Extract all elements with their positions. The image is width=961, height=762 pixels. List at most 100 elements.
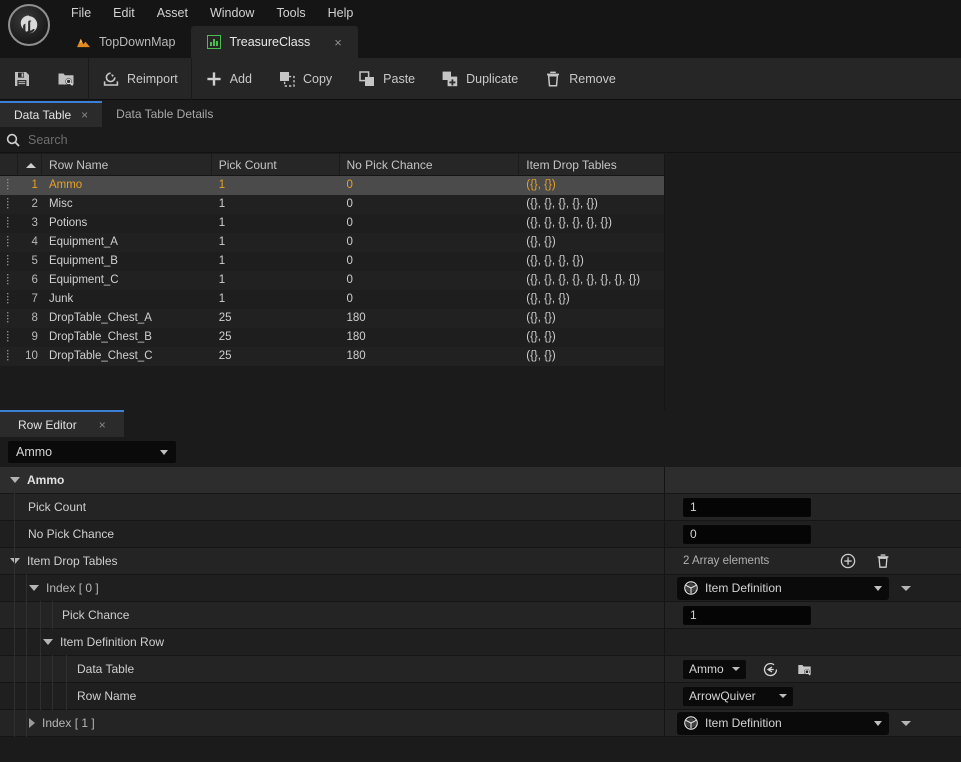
cell-item-drop-tables: ({}, {}) <box>526 312 556 324</box>
row-drag-handle[interactable] <box>0 252 18 271</box>
details-row-left: Item Definition Row <box>0 628 665 656</box>
drag-handle-icon <box>7 255 9 266</box>
grid-header-no-pick-chance[interactable]: No Pick Chance <box>340 154 520 175</box>
chevron-down-icon <box>731 667 740 671</box>
details-row-left: Index [ 0 ] <box>0 574 665 602</box>
drag-handle-icon <box>7 350 9 361</box>
browse-content-button[interactable] <box>44 58 88 100</box>
row-drag-handle[interactable] <box>0 328 18 347</box>
drag-handle-icon <box>7 236 9 247</box>
tab-row-editor[interactable]: Row Editor × <box>0 410 124 437</box>
row-selector-dropdown[interactable]: Ammo <box>8 441 176 463</box>
row-drag-handle[interactable] <box>0 290 18 309</box>
reimport-button[interactable]: Reimport <box>89 58 191 100</box>
row-name-dropdown[interactable]: ArrowQuiver <box>683 686 793 706</box>
row-drag-handle[interactable] <box>0 233 18 252</box>
asset-tab-topdownmap[interactable]: TopDownMap <box>60 26 192 58</box>
table-row[interactable]: 7 Junk 1 0 ({}, {}, {}) <box>0 290 664 309</box>
index-0-object-dropdown[interactable]: Item Definition <box>677 576 889 600</box>
pick-chance-input[interactable]: 1 <box>683 605 811 625</box>
table-row[interactable]: 1 Ammo 1 0 ({}, {}) <box>0 176 664 195</box>
index-1-extra-options-chevron-icon[interactable] <box>901 720 911 726</box>
duplicate-button[interactable]: Duplicate <box>428 58 531 100</box>
save-button[interactable] <box>0 58 44 100</box>
grid-header-sort[interactable] <box>18 154 42 175</box>
grid-body: 1 Ammo 1 0 ({}, {}) 2 Misc 1 0 ({}, {}, {}, {}, {… <box>0 176 664 366</box>
cell-no-pick-chance: 180 <box>346 331 366 343</box>
asset-tab-bar: TopDownMap TreasureClass × <box>60 26 358 58</box>
grid-header-pick-count[interactable]: Pick Count <box>212 154 340 175</box>
add-label: Add <box>229 71 252 86</box>
row-drag-handle[interactable] <box>0 214 18 233</box>
tab-close-icon[interactable]: × <box>99 418 106 432</box>
row-drag-handle[interactable] <box>0 347 18 366</box>
expand-triangle-open-icon[interactable] <box>29 585 39 591</box>
browse-content-icon <box>58 73 74 86</box>
menu-edit[interactable]: Edit <box>102 1 146 25</box>
menu-asset[interactable]: Asset <box>146 1 199 25</box>
table-row[interactable]: 9 DropTable_Chest_B 25 180 ({}, {}) <box>0 328 664 347</box>
expand-triangle-closed-icon[interactable] <box>29 718 35 728</box>
row-index: 4 <box>31 236 38 248</box>
menu-file[interactable]: File <box>60 1 102 25</box>
row-drag-handle[interactable] <box>0 271 18 290</box>
table-row[interactable]: 2 Misc 1 0 ({}, {}, {}, {}, {}) <box>0 195 664 214</box>
no-pick-chance-input[interactable]: 0 <box>683 524 811 544</box>
table-row[interactable]: 10 DropTable_Chest_C 25 180 ({}, {}) <box>0 347 664 366</box>
add-array-element-button[interactable] <box>839 552 857 570</box>
row-index: 5 <box>31 255 38 267</box>
copy-button[interactable]: Copy <box>265 58 345 100</box>
table-row[interactable]: 6 Equipment_C 1 0 ({}, {}, {}, {}, {}, {}, {… <box>0 271 664 290</box>
tab-data-table[interactable]: Data Table × <box>0 101 103 127</box>
table-row[interactable]: 3 Potions 1 0 ({}, {}, {}, {}, {}, {}) <box>0 214 664 233</box>
clear-array-button[interactable] <box>874 552 892 570</box>
use-selected-asset-button[interactable] <box>762 660 780 678</box>
search-input[interactable] <box>28 132 955 147</box>
browse-asset-button[interactable] <box>796 660 814 678</box>
menu-tools[interactable]: Tools <box>265 1 316 25</box>
expand-triangle-open-icon[interactable] <box>10 558 20 564</box>
grid-header-row-name[interactable]: Row Name <box>42 154 212 175</box>
grid-header-item-drop-tables[interactable]: Item Drop Tables <box>519 154 664 175</box>
index-0-extra-options-chevron-icon[interactable] <box>901 585 911 591</box>
unreal-engine-logo-icon[interactable] <box>8 4 50 46</box>
details-label-pick-count: Pick Count <box>28 500 87 514</box>
row-index: 1 <box>31 179 38 191</box>
table-row[interactable]: 8 DropTable_Chest_A 25 180 ({}, {}) <box>0 309 664 328</box>
details-row-right: Item Definition <box>665 710 961 736</box>
remove-button[interactable]: Remove <box>531 58 629 100</box>
data-table-asset-dropdown[interactable]: Ammo <box>683 659 746 679</box>
grid-header-handle <box>0 154 18 175</box>
details-category-ammo[interactable]: Ammo <box>0 467 961 494</box>
paste-button[interactable]: Paste <box>345 58 428 100</box>
cell-item-drop-tables: ({}, {}, {}, {}) <box>526 255 584 267</box>
menu-window[interactable]: Window <box>199 1 265 25</box>
row-drag-handle[interactable] <box>0 195 18 214</box>
duplicate-label: Duplicate <box>466 71 519 86</box>
tab-data-table-details[interactable]: Data Table Details <box>102 101 228 127</box>
tab-close-icon[interactable]: × <box>81 108 88 122</box>
details-label-index-1: Index [ 1 ] <box>42 716 95 730</box>
expand-triangle-open-icon[interactable] <box>43 639 53 645</box>
add-button[interactable]: Add <box>192 58 265 100</box>
details-row-left: Pick Count <box>0 493 665 521</box>
details-property-list: Ammo Pick Count 1 No Pick Chance 0 Item … <box>0 467 961 737</box>
cell-pick-count: 25 <box>218 350 232 362</box>
menu-help[interactable]: Help <box>317 1 365 25</box>
expand-triangle-open-icon[interactable] <box>10 477 20 483</box>
row-drag-handle[interactable] <box>0 176 18 195</box>
drag-handle-icon <box>7 179 9 190</box>
table-row[interactable]: 5 Equipment_B 1 0 ({}, {}, {}, {}) <box>0 252 664 271</box>
row-drag-handle[interactable] <box>0 309 18 328</box>
asset-tab-treasureclass[interactable]: TreasureClass × <box>191 26 358 58</box>
pick-count-input[interactable]: 1 <box>683 497 811 517</box>
asset-tab-label: TopDownMap <box>99 35 176 49</box>
index-1-object-dropdown[interactable]: Item Definition <box>677 711 889 735</box>
details-row-row-name: Row Name ArrowQuiver <box>0 682 961 710</box>
details-label-no-pick-chance: No Pick Chance <box>28 527 115 541</box>
cell-item-drop-tables: ({}, {}) <box>526 350 556 362</box>
table-row[interactable]: 4 Equipment_A 1 0 ({}, {}) <box>0 233 664 252</box>
asset-tab-close-icon[interactable]: × <box>334 36 342 49</box>
save-icon <box>15 71 29 86</box>
title-bar: File Edit Asset Window Tools Help TopDow… <box>0 0 961 58</box>
